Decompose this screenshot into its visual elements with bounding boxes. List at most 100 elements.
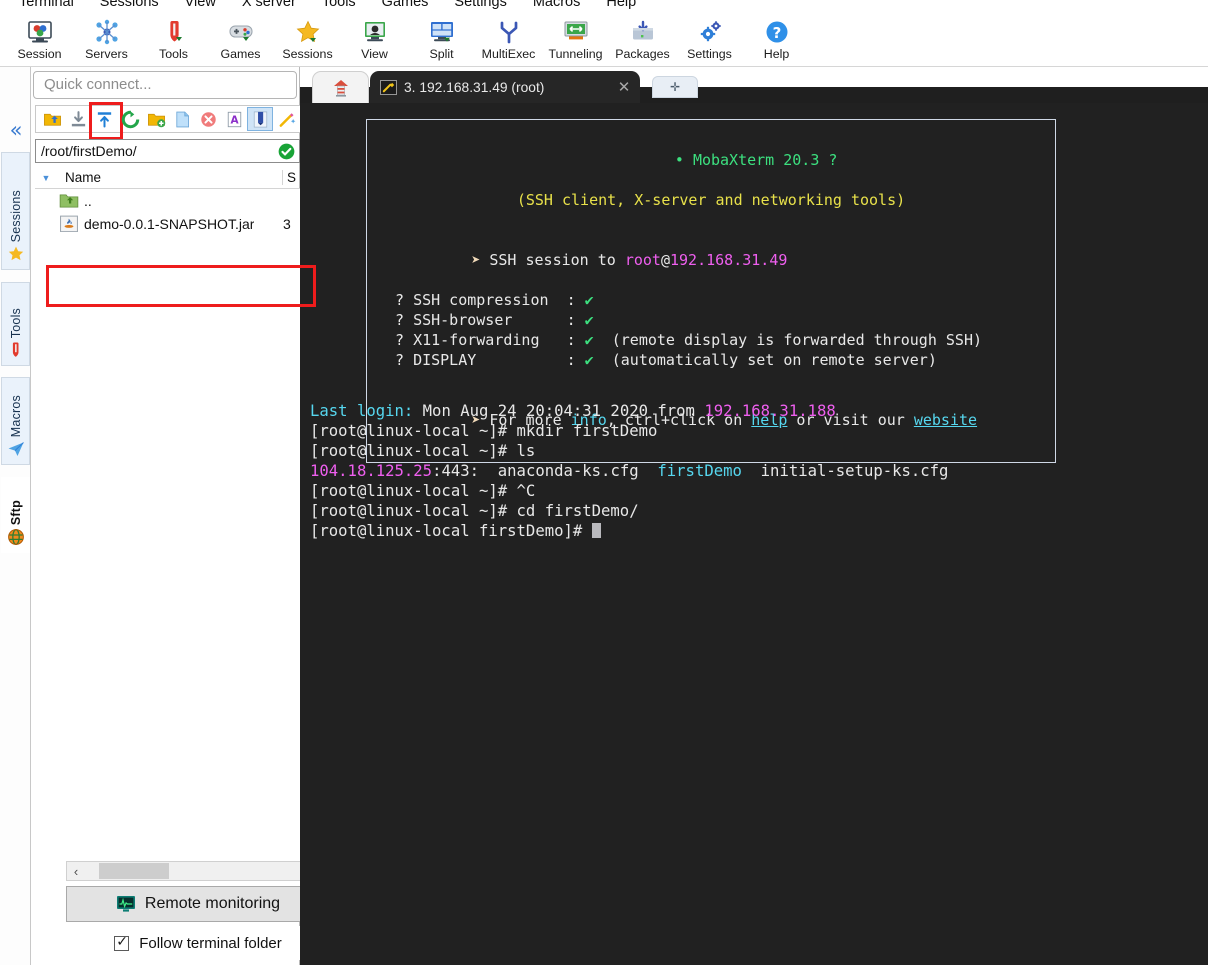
- sftp-text-mode-button[interactable]: A: [221, 107, 247, 131]
- column-header-name[interactable]: Name: [57, 170, 282, 185]
- servers-icon: [94, 19, 120, 45]
- sftp-delete-button[interactable]: [195, 107, 221, 131]
- terminal-screen[interactable]: • MobaXterm 20.3 ? (SSH client, X-server…: [300, 103, 1208, 965]
- toolbar-button-view[interactable]: View: [341, 14, 408, 66]
- download-icon: [69, 110, 88, 129]
- session-tab[interactable]: 3. 192.168.31.49 (root) ✕: [370, 71, 640, 103]
- feature-check-icon: ✔: [584, 291, 594, 309]
- terminal-text: :443: anaconda-ks.cfg: [432, 462, 658, 480]
- banner-bullet: •: [674, 151, 684, 169]
- menu-item-terminal[interactable]: Terminal: [6, 0, 87, 9]
- follow-terminal-folder-label: Follow terminal folder: [139, 934, 282, 952]
- follow-terminal-folder-row[interactable]: Follow terminal folder: [66, 926, 330, 960]
- toolbar-button-label: Split: [429, 47, 454, 61]
- feature-check-icon: ✔: [584, 351, 594, 369]
- sessions-star-icon: [295, 19, 321, 45]
- remote-path-bar[interactable]: /root/firstDemo/: [35, 139, 300, 163]
- toolbar-button-settings[interactable]: Settings: [676, 14, 743, 66]
- dock-tab-macros[interactable]: Macros: [1, 377, 30, 465]
- feature-colon: :: [566, 331, 576, 349]
- sftp-sidebar: Quick connect... A /root/firstDemo/ ▼ Na…: [31, 67, 330, 965]
- hscrollbar-track[interactable]: [85, 862, 311, 880]
- menu-item-tools[interactable]: Tools: [309, 0, 369, 9]
- toolbar-button-label: Settings: [687, 47, 732, 61]
- feature-label: SSH-browser: [413, 311, 513, 329]
- split-icon: [429, 19, 455, 45]
- refresh-icon: [121, 110, 140, 129]
- follow-terminal-folder-checkbox[interactable]: [114, 934, 130, 951]
- sftp-new-folder-button[interactable]: [143, 107, 169, 131]
- file-row[interactable]: demo-0.0.1-SNAPSHOT.jar 3: [35, 212, 300, 235]
- sftp-upload-button[interactable]: [89, 102, 123, 140]
- menu-item-games[interactable]: Games: [369, 0, 442, 9]
- star-icon: [7, 245, 25, 263]
- dock-tab-tools[interactable]: Tools: [1, 282, 30, 366]
- menu-item-macros[interactable]: Macros: [520, 0, 594, 9]
- banner-feature-row: ? DISPLAY : ✔ (automatically set on remo…: [367, 350, 1055, 370]
- toolbar-button-packages[interactable]: Packages: [609, 14, 676, 66]
- banner-feature-row: ? SSH compression : ✔: [367, 290, 1055, 310]
- globe-icon: [7, 528, 25, 546]
- menu-item-help[interactable]: Help: [593, 0, 649, 9]
- sftp-refresh-button[interactable]: [117, 107, 143, 131]
- feature-label: X11-forwarding: [413, 331, 540, 349]
- close-tab-button[interactable]: ✕: [614, 78, 634, 96]
- toolbar-button-label: Tunneling: [548, 47, 603, 61]
- terminal-line: [root@linux-local ~]# ls: [310, 441, 1200, 461]
- column-header-size[interactable]: S: [282, 170, 300, 185]
- dock-tab-sessions[interactable]: Sessions: [1, 152, 30, 270]
- sftp-bookmark-button[interactable]: [247, 107, 273, 131]
- toolbar-button-sessions[interactable]: Sessions: [274, 14, 341, 66]
- toolbar-button-games[interactable]: Games: [207, 14, 274, 66]
- terminal-line: [root@linux-local ~]# mkdir firstDemo: [310, 421, 1200, 441]
- dock-tab-sftp[interactable]: Sftp: [1, 477, 30, 553]
- quick-connect-input[interactable]: Quick connect...: [33, 71, 297, 99]
- toolbar-button-help[interactable]: ? Help: [743, 14, 810, 66]
- tab-strip: 3. 192.168.31.49 (root) ✕ ✛: [300, 67, 1208, 103]
- sftp-wand-button[interactable]: [273, 107, 299, 131]
- remote-file-list[interactable]: .. demo-0.0.1-SNAPSHOT.jar 3: [35, 189, 300, 919]
- menu-item-settings[interactable]: Settings: [441, 0, 519, 9]
- toolbar-button-label: MultiExec: [481, 47, 536, 61]
- feature-marker: ?: [395, 291, 405, 309]
- terminal-text: Mon Aug 24 20:04:31 2020 from: [413, 402, 705, 420]
- menu-item-sessions[interactable]: Sessions: [87, 0, 172, 9]
- settings-gear-icon: [697, 19, 723, 45]
- view-icon: [362, 19, 388, 45]
- sort-arrow-icon[interactable]: ▼: [35, 173, 57, 183]
- games-icon: [228, 19, 254, 45]
- toolbar-button-tunneling[interactable]: Tunneling: [542, 14, 609, 66]
- toolbar-button-multiexec[interactable]: MultiExec: [475, 14, 542, 66]
- terminal-line: [root@linux-local ~]# cd firstDemo/: [310, 501, 1200, 521]
- hscrollbar-thumb[interactable]: [99, 863, 169, 879]
- toolbar-button-split[interactable]: Split: [408, 14, 475, 66]
- home-tab[interactable]: [312, 71, 369, 103]
- banner-session-prefix: SSH session to: [489, 251, 616, 269]
- sftp-download-button[interactable]: [65, 107, 91, 131]
- remote-monitoring-label: Remote monitoring: [144, 895, 281, 912]
- session-icon: [27, 19, 53, 45]
- menu-item-x-server[interactable]: X server: [229, 0, 309, 9]
- sftp-toolbar: A: [35, 102, 300, 140]
- toolbar-button-session[interactable]: Session: [6, 14, 73, 66]
- toolbar-button-servers[interactable]: Servers: [73, 14, 140, 66]
- scroll-left-button[interactable]: ‹: [67, 864, 85, 879]
- terminal-text: [root@linux-local ~]# mkdir firstDemo: [310, 422, 658, 440]
- check-circle-icon: [278, 143, 295, 159]
- sftp-new-file-button[interactable]: [169, 107, 195, 131]
- terminal-line: 104.18.125.25:443: anaconda-ks.cfg first…: [310, 461, 1200, 481]
- menu-item-view[interactable]: View: [172, 0, 229, 9]
- toolbar-button-tools[interactable]: Tools: [140, 14, 207, 66]
- sftp-parent-folder-button[interactable]: [39, 107, 65, 131]
- new-tab-button[interactable]: ✛: [652, 76, 698, 98]
- banner-session-user: root: [624, 251, 661, 269]
- file-list-hscrollbar[interactable]: ‹ ›: [66, 861, 330, 881]
- dock-tab-label: Sessions: [8, 189, 23, 242]
- file-name: demo-0.0.1-SNAPSHOT.jar: [84, 215, 255, 232]
- banner-spacer-2: [367, 370, 1055, 390]
- paper-plane-icon: [7, 440, 25, 458]
- terminal-text: [root@linux-local ~]# ^C: [310, 482, 536, 500]
- remote-monitoring-button[interactable]: Remote monitoring: [66, 886, 330, 922]
- file-row[interactable]: ..: [35, 189, 300, 212]
- collapse-sidebar-button[interactable]: «: [3, 117, 29, 143]
